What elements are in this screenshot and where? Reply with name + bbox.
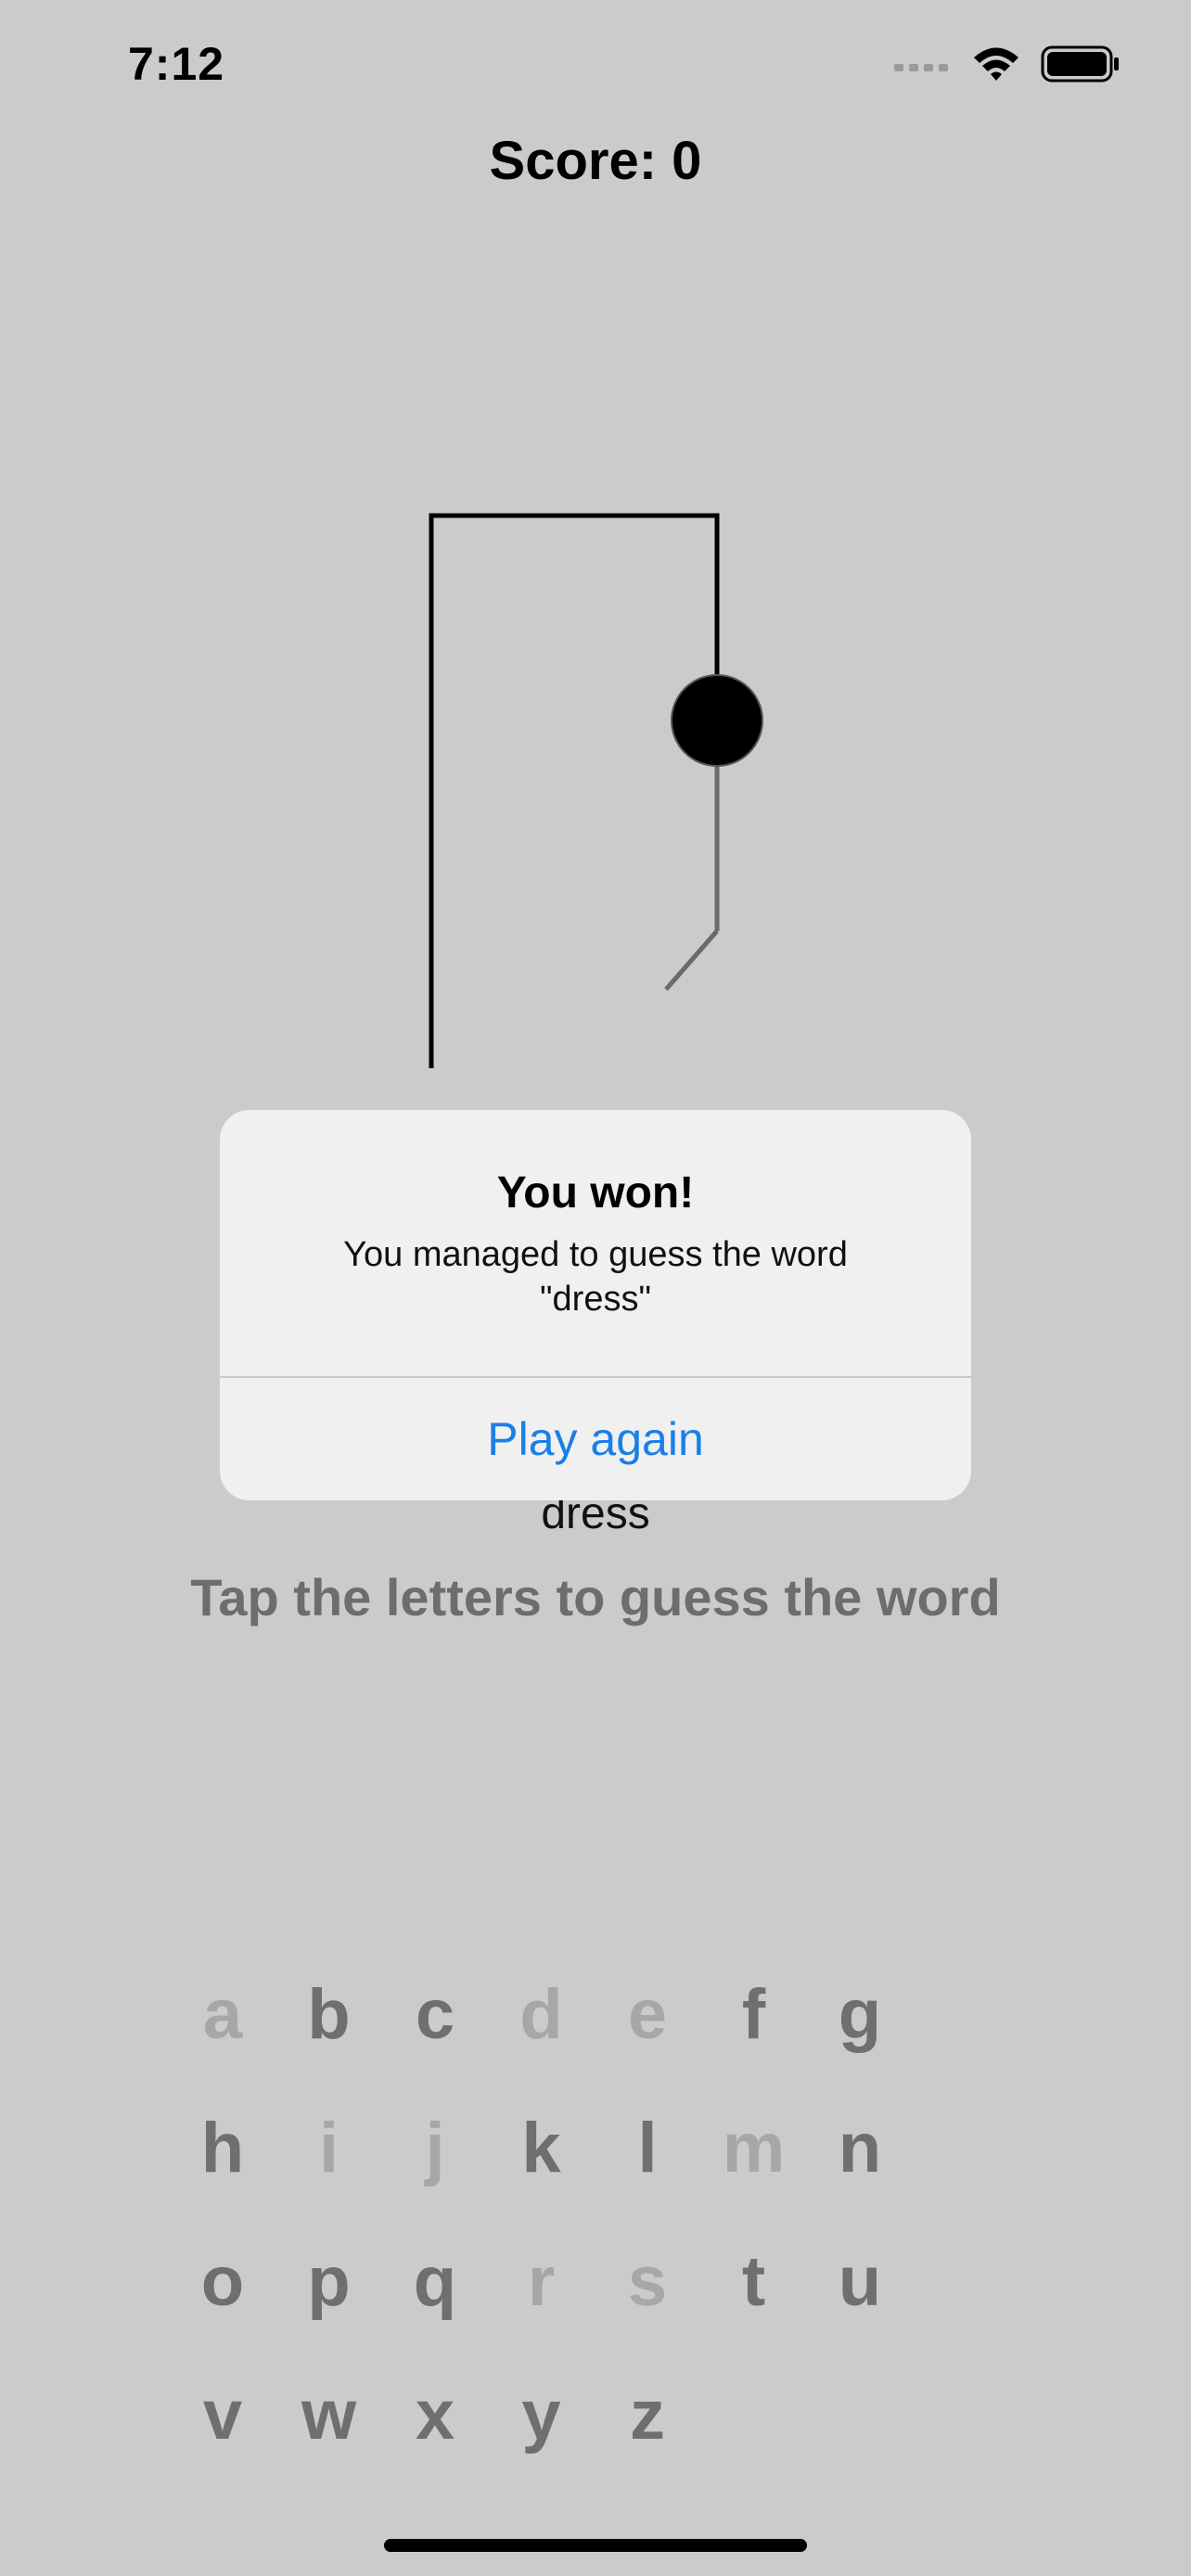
gallows <box>429 513 720 1068</box>
hangman-leg <box>664 929 719 991</box>
play-again-button[interactable]: Play again <box>220 1378 971 1500</box>
key-u[interactable]: u <box>807 2231 913 2352</box>
key-e[interactable]: e <box>595 1964 700 2085</box>
key-q[interactable]: q <box>382 2231 488 2352</box>
key-n[interactable]: n <box>807 2098 913 2218</box>
hangman-head <box>671 674 763 767</box>
hangman-drawing <box>429 513 763 1068</box>
key-h[interactable]: h <box>170 2098 275 2218</box>
key-t[interactable]: t <box>701 2231 807 2352</box>
hint-text: Tap the letters to guess the word <box>190 1568 1001 1626</box>
key-w[interactable]: w <box>276 2365 382 2485</box>
key-k[interactable]: k <box>489 2098 595 2218</box>
alert-title: You won! <box>496 1168 695 1218</box>
key-s[interactable]: s <box>595 2231 700 2352</box>
key-y[interactable]: y <box>489 2365 595 2485</box>
key-i[interactable]: i <box>276 2098 382 2218</box>
home-indicator[interactable] <box>384 2539 807 2552</box>
key-c[interactable]: c <box>382 1964 488 2085</box>
win-alert: You won! You managed to guess the word "… <box>220 1110 971 1500</box>
key-r[interactable]: r <box>489 2231 595 2352</box>
key-d[interactable]: d <box>489 1964 595 2085</box>
key-g[interactable]: g <box>807 1964 913 2085</box>
key-b[interactable]: b <box>276 1964 382 2085</box>
key-a[interactable]: a <box>170 1964 275 2085</box>
key-z[interactable]: z <box>595 2365 700 2485</box>
key-p[interactable]: p <box>276 2231 382 2352</box>
key-m[interactable]: m <box>701 2098 807 2218</box>
alert-message: You managed to guess the word "dress" <box>343 1235 848 1319</box>
key-x[interactable]: x <box>382 2365 488 2485</box>
key-v[interactable]: v <box>170 2365 275 2485</box>
key-l[interactable]: l <box>595 2098 700 2218</box>
key-j[interactable]: j <box>382 2098 488 2218</box>
key-o[interactable]: o <box>170 2231 275 2352</box>
key-f[interactable]: f <box>701 1964 807 2085</box>
